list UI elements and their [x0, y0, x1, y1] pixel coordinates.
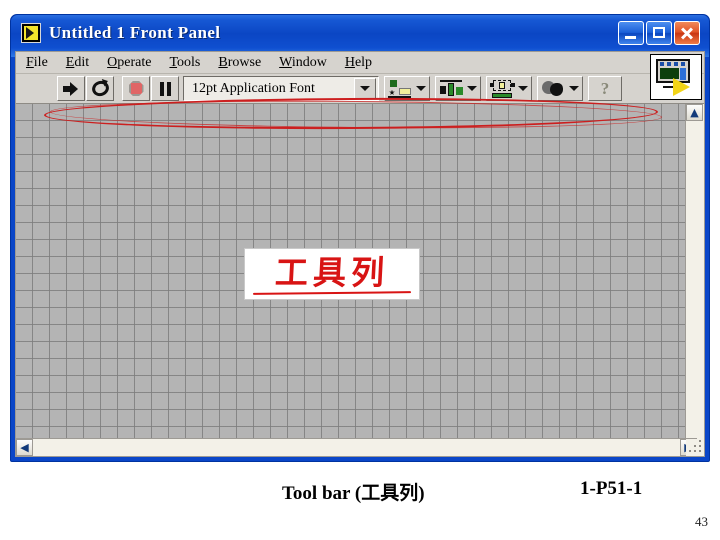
annotation-label-box: 工具列 [244, 248, 420, 300]
caption-reference: 1-P51-1 [580, 478, 643, 499]
run-button[interactable] [57, 76, 85, 101]
context-help-button[interactable]: ? [588, 76, 622, 101]
chevron-down-icon [467, 86, 477, 91]
menu-label-help: elp [354, 54, 373, 70]
resize-objects-button[interactable] [486, 76, 532, 101]
tool-bar: 12pt Application Font ? [16, 54, 704, 131]
run-controls-group [57, 76, 180, 102]
menu-item-help[interactable]: Help [345, 55, 372, 71]
menu-item-file[interactable]: File [26, 55, 48, 71]
toolbar-separator [115, 88, 122, 89]
vi-connector-pane-icon[interactable] [650, 54, 702, 100]
vertical-scrollbar[interactable]: ▲ ▼ [685, 104, 704, 456]
menu-label-edit: dit [74, 54, 90, 70]
font-select[interactable]: 12pt Application Font [183, 76, 379, 101]
reorder-objects-icon [541, 80, 566, 98]
caption: Tool bar (工具列) 1-P51-1 [0, 478, 720, 508]
question-mark-icon: ? [600, 78, 610, 98]
loop-arrows-icon [89, 78, 111, 99]
menu-item-browse[interactable]: Browse [218, 55, 261, 71]
window-title: Untitled 1 Front Panel [49, 23, 221, 42]
run-continuously-button[interactable] [86, 76, 114, 101]
menu-label-operate: perate [117, 54, 152, 70]
front-panel-canvas[interactable]: 工具列 ▲ ▼ ◀ [16, 104, 704, 456]
run-arrow-icon [63, 81, 79, 96]
slide-root: Untitled 1 Front Panel File Edit Operate… [0, 0, 720, 540]
chevron-down-icon [569, 86, 579, 91]
resize-grip[interactable] [686, 439, 703, 456]
menu-item-operate[interactable]: Operate [107, 55, 151, 71]
align-objects-button[interactable] [384, 76, 430, 101]
horizontal-scrollbar[interactable]: ◀ ▶ [16, 438, 697, 456]
font-select-value: 12pt Application Font [192, 80, 315, 96]
labview-window: Untitled 1 Front Panel File Edit Operate… [10, 14, 710, 462]
menu-item-tools[interactable]: Tools [169, 55, 200, 71]
font-select-dropdown-button[interactable] [354, 78, 376, 99]
menu-label-tools: ools [177, 54, 201, 70]
page-number: 43 [695, 514, 708, 529]
distribute-objects-icon [439, 79, 464, 98]
maximize-button[interactable] [646, 21, 672, 45]
window-client-area: File Edit Operate Tools Browse Window He… [15, 51, 705, 457]
abort-execution-button[interactable] [122, 76, 150, 101]
labview-vi-icon [21, 23, 41, 43]
annotation-label-text: 工具列 [274, 255, 390, 292]
minimize-button[interactable] [618, 21, 644, 45]
chevron-up-icon: ▲ [690, 106, 699, 119]
chevron-down-icon [518, 86, 528, 91]
menu-item-window[interactable]: Window [279, 55, 327, 71]
menu-label-browse: rowse [227, 54, 262, 70]
menu-label-file: ile [33, 54, 48, 70]
annotation-underline [252, 291, 412, 295]
window-controls [618, 21, 703, 45]
menu-bar: File Edit Operate Tools Browse Window He… [16, 52, 704, 74]
distribute-objects-button[interactable] [435, 76, 481, 101]
pause-button[interactable] [151, 76, 179, 101]
title-bar[interactable]: Untitled 1 Front Panel [15, 15, 705, 51]
resize-objects-icon [490, 79, 515, 98]
menu-label-window: indow [291, 54, 327, 70]
pause-bars-icon [159, 81, 172, 96]
chevron-down-icon [360, 86, 370, 91]
chevron-down-icon [416, 86, 426, 91]
reorder-objects-button[interactable] [537, 76, 583, 101]
caption-title: Tool bar (工具列) [282, 483, 425, 504]
close-button[interactable] [674, 21, 700, 45]
chevron-left-icon: ◀ [20, 441, 29, 454]
menu-item-edit[interactable]: Edit [66, 55, 89, 71]
stop-octagon-icon [128, 81, 144, 96]
scroll-left-button[interactable]: ◀ [16, 439, 33, 456]
align-objects-icon [388, 79, 413, 98]
scroll-up-button[interactable]: ▲ [686, 104, 703, 121]
